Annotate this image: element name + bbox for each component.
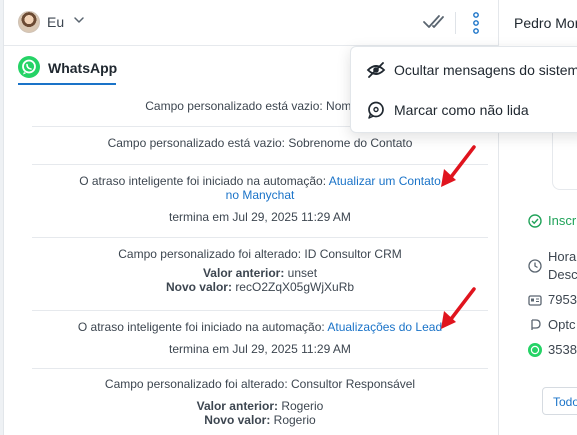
opt-in-icon xyxy=(531,319,541,330)
opt-in-value: Optc xyxy=(548,317,576,332)
event-text: Campo personalizado foi alterado: ID Con… xyxy=(118,247,402,261)
new-value-label: Novo valor: xyxy=(204,413,271,427)
subscription-status: Inscr xyxy=(548,213,577,228)
annotation-arrow xyxy=(441,287,476,329)
automation-link[interactable]: Atualizar um Contato xyxy=(329,174,441,188)
event-item: Campo personalizado foi alterado: Consul… xyxy=(32,377,488,427)
more-options-menu: Ocultar mensagens do sistem Marcar como … xyxy=(350,46,577,133)
chat-bubble-icon xyxy=(368,101,384,119)
automation-link-cont[interactable]: no Manychat xyxy=(226,188,295,202)
event-item: O atraso inteligente foi iniciado na aut… xyxy=(32,174,488,224)
menu-item-mark-unread[interactable]: Marcar como não lida xyxy=(351,90,577,130)
prev-value: unset xyxy=(287,266,318,280)
tab-whatsapp[interactable]: WhatsApp xyxy=(48,60,117,76)
conversation-header: Eu xyxy=(4,0,499,46)
contact-card-frame xyxy=(552,130,577,190)
whatsapp-small-icon xyxy=(528,343,542,357)
check-circle-icon xyxy=(528,214,542,228)
new-value: recO2ZqX05gWjXuRb xyxy=(235,280,355,294)
new-value-label: Novo valor: xyxy=(165,280,232,294)
active-tab-indicator xyxy=(18,83,116,85)
new-value: Rogerio xyxy=(273,413,316,427)
event-end-time: termina em Jul 29, 2025 11:29 AM xyxy=(169,210,351,224)
event-divider xyxy=(32,368,488,369)
system-events-feed: Campo personalizado está vazio: Nome do … xyxy=(4,88,499,435)
vertical-dots-icon[interactable] xyxy=(471,10,481,36)
double-check-icon[interactable] xyxy=(422,12,444,32)
whatsapp-icon xyxy=(18,56,40,78)
event-divider xyxy=(32,237,488,238)
hours-label: Hora xyxy=(548,249,577,264)
event-item: Campo personalizado foi alterado: ID Con… xyxy=(32,247,488,294)
menu-item-hide-system-messages[interactable]: Ocultar mensagens do sistem xyxy=(351,50,577,90)
automation-link[interactable]: Atualizações do Lead xyxy=(327,320,442,334)
chevron-down-icon[interactable] xyxy=(73,14,85,26)
hours-value: Desc xyxy=(548,267,577,282)
contact-name[interactable]: Pedro Mor xyxy=(514,15,577,31)
id-card-icon xyxy=(528,295,542,306)
assignee-label[interactable]: Eu xyxy=(47,14,64,30)
event-text: O atraso inteligente foi iniciado na aut… xyxy=(79,174,327,188)
event-divider xyxy=(32,310,488,311)
event-end-time: termina em Jul 29, 2025 11:29 AM xyxy=(169,342,351,356)
annotation-arrow xyxy=(441,145,476,187)
clock-icon xyxy=(528,259,542,273)
menu-item-label: Marcar como não lida xyxy=(394,102,529,118)
contact-id: 7953 xyxy=(548,292,577,307)
event-text: Campo personalizado foi alterado: Consul… xyxy=(104,377,416,391)
event-text: Campo personalizado está vazio: Sobrenom… xyxy=(107,136,413,150)
view-all-button[interactable]: Todo xyxy=(542,387,577,415)
prev-value-label: Valor anterior: xyxy=(202,266,285,280)
user-avatar[interactable] xyxy=(18,11,40,33)
event-item: Campo personalizado está vazio: Sobrenom… xyxy=(32,136,488,150)
phone-value: 3538 xyxy=(548,342,577,357)
prev-value: Rogerio xyxy=(281,399,324,413)
event-item: O atraso inteligente foi iniciado na aut… xyxy=(32,320,488,356)
event-text: O atraso inteligente foi iniciado na aut… xyxy=(77,320,325,334)
menu-item-label: Ocultar mensagens do sistem xyxy=(394,62,577,78)
view-all-label: Todo xyxy=(553,395,577,409)
eye-slash-icon xyxy=(366,62,386,78)
header-divider xyxy=(455,12,456,34)
prev-value-label: Valor anterior: xyxy=(196,399,278,413)
event-divider xyxy=(32,164,488,165)
